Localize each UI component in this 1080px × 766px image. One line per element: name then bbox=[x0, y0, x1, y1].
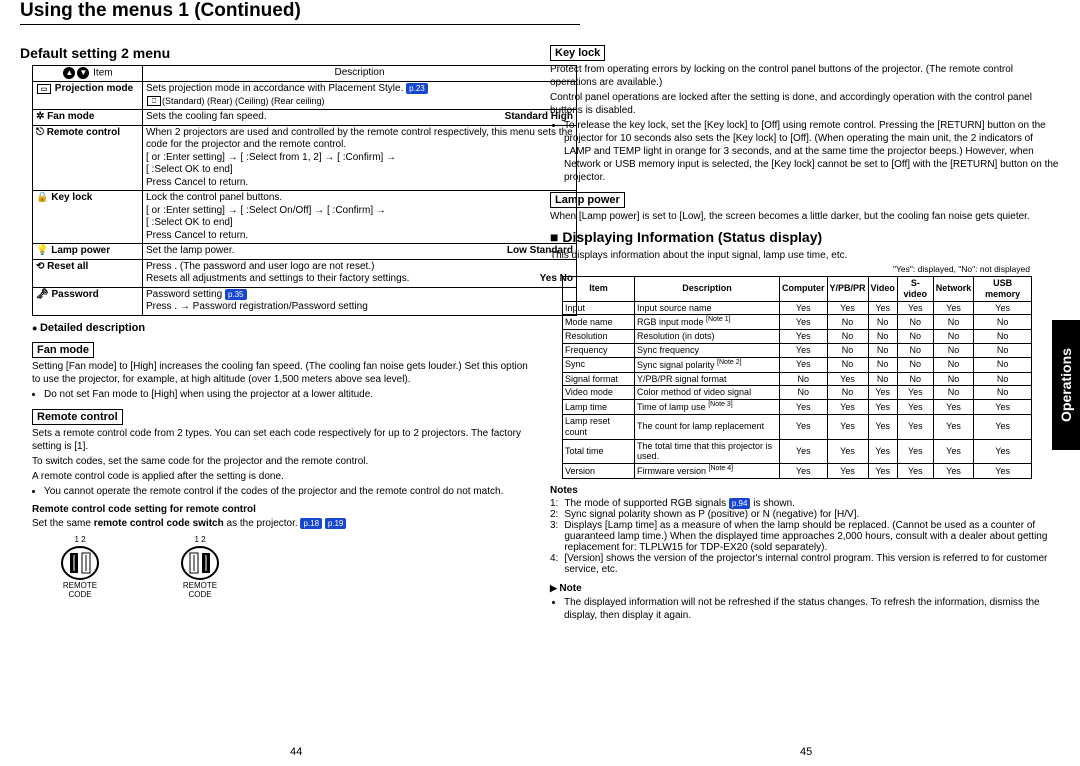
rc-text2: To switch codes, set the same code for t… bbox=[32, 455, 530, 468]
lamp-head: Lamp power bbox=[550, 192, 625, 208]
switch-diagram: 1 2 REMOTE CODE 1 2 REMOTE CODE bbox=[60, 536, 530, 599]
side-tab: Operations bbox=[1052, 320, 1080, 450]
remote-icon: ⎋ bbox=[36, 127, 44, 138]
table-row: SyncSync signal polarity [Note 2]YesNoNo… bbox=[563, 357, 1032, 372]
note-num: 4: bbox=[550, 553, 558, 575]
note-num: 2: bbox=[550, 509, 558, 520]
note-box-head: Note bbox=[550, 583, 1060, 594]
note2: Sync signal polarity shown as P (positiv… bbox=[564, 509, 859, 520]
menu-title: Default setting 2 menu bbox=[20, 45, 530, 61]
fan-mode-head: Fan mode bbox=[32, 342, 94, 358]
table-row: VersionFirmware version [Note 4]YesYesYe… bbox=[563, 464, 1032, 479]
switch-icon bbox=[180, 545, 220, 581]
keylock-p2: Control panel operations are locked afte… bbox=[550, 91, 1060, 117]
detailed-head: Detailed description bbox=[32, 322, 530, 334]
keylock-head: Key lock bbox=[550, 45, 605, 61]
fan-bullet: Do not set Fan mode to [High] when using… bbox=[44, 388, 530, 401]
fan-mode-text: Setting [Fan mode] to [High] increases t… bbox=[32, 360, 530, 386]
up-icon: ▲ bbox=[63, 67, 75, 79]
table-row: Lamp timeTime of lamp use [Note 3]YesYes… bbox=[563, 400, 1032, 415]
page-ref-icon: p.35 bbox=[225, 289, 247, 300]
page-ref-icon: p.94 bbox=[729, 498, 751, 509]
table-row: Mode nameRGB input mode [Note 1]YesNoNoN… bbox=[563, 315, 1032, 330]
table-row: InputInput source nameYesYesYesYesYesYes bbox=[563, 301, 1032, 315]
down-icon: ▼ bbox=[77, 67, 89, 79]
note1: The mode of supported RGB signals p.94 i… bbox=[564, 498, 795, 509]
table-row: Signal formatY/PB/PR signal formatNoYesN… bbox=[563, 372, 1032, 386]
status-col: USB memory bbox=[974, 277, 1032, 302]
table-row: ResolutionResolution (in dots)YesNoNoNoN… bbox=[563, 330, 1032, 344]
settings-table: ▲▼ Item Description ▭ Projection mode Se… bbox=[32, 65, 577, 316]
status-legend: "Yes": displayed, "No": not displayed bbox=[550, 264, 1030, 274]
status-col: Item bbox=[563, 277, 635, 302]
right-page: Key lock Protect from operating errors b… bbox=[550, 39, 1060, 624]
lock-icon: 🔒 bbox=[36, 192, 48, 203]
rc-code-text: Set the same remote control code switch … bbox=[32, 517, 530, 530]
bulb-icon: 💡 bbox=[36, 245, 48, 256]
status-col: Network bbox=[933, 277, 974, 302]
status-col: Computer bbox=[780, 277, 828, 302]
rc-bullet: You cannot operate the remote control if… bbox=[44, 485, 530, 498]
page-number-right: 45 bbox=[800, 746, 812, 758]
fan-icon: ✲ bbox=[36, 111, 44, 122]
table-row: Total timeThe total time that this proje… bbox=[563, 439, 1032, 464]
rc-text3: A remote control code is applied after t… bbox=[32, 470, 530, 483]
page-number-left: 44 bbox=[290, 746, 302, 758]
table-row: FrequencySync frequencyYesNoNoNoNoNo bbox=[563, 343, 1032, 357]
page-ref-icon: p.23 bbox=[406, 83, 428, 94]
pw-icon: 🗝 bbox=[36, 289, 49, 300]
status-col: S-video bbox=[897, 277, 933, 302]
status-intro: This displays information about the inpu… bbox=[550, 249, 1060, 262]
lamp-p1: When [Lamp power] is set to [Low], the s… bbox=[550, 210, 1060, 223]
col-item: ▲▼ Item bbox=[33, 66, 143, 82]
left-page: Default setting 2 menu ▲▼ Item Descripti… bbox=[20, 39, 530, 624]
switch-icon bbox=[60, 545, 100, 581]
note-num: 1: bbox=[550, 498, 558, 509]
page-ref-icon: p.19 bbox=[325, 518, 347, 529]
status-col: Video bbox=[868, 277, 897, 302]
note3: Displays [Lamp time] as a measure of whe… bbox=[564, 520, 1060, 553]
page-title: Using the menus 1 (Continued) bbox=[20, 0, 580, 25]
proj-icon: ▭ bbox=[37, 84, 51, 94]
rc-text: Sets a remote control code from 2 types.… bbox=[32, 427, 530, 453]
std-icon: ⎕ bbox=[147, 96, 161, 106]
page-ref-icon: p.18 bbox=[300, 518, 322, 529]
rc-code-head: Remote control code setting for remote c… bbox=[32, 504, 530, 515]
table-row: Video modeColor method of video signalNo… bbox=[563, 386, 1032, 400]
note-box-bullet: The displayed information will not be re… bbox=[564, 596, 1060, 622]
status-table: ItemDescriptionComputerY/PB/PRVideoS-vid… bbox=[562, 276, 1032, 479]
status-col: Y/PB/PR bbox=[827, 277, 868, 302]
table-row: Lamp reset countThe count for lamp repla… bbox=[563, 414, 1032, 439]
status-title: Displaying Information (Status display) bbox=[550, 229, 1060, 245]
notes-head: Notes bbox=[550, 485, 1060, 496]
reset-icon: ⟲ bbox=[36, 261, 44, 272]
remote-head: Remote control bbox=[32, 409, 123, 425]
keylock-p1: Protect from operating errors by locking… bbox=[550, 63, 1060, 89]
status-col: Description bbox=[635, 277, 780, 302]
note-num: 3: bbox=[550, 520, 558, 553]
note4: [Version] shows the version of the proje… bbox=[564, 553, 1060, 575]
col-desc: Description bbox=[143, 66, 577, 82]
keylock-bullet: To release the key lock, set the [Key lo… bbox=[564, 119, 1060, 184]
